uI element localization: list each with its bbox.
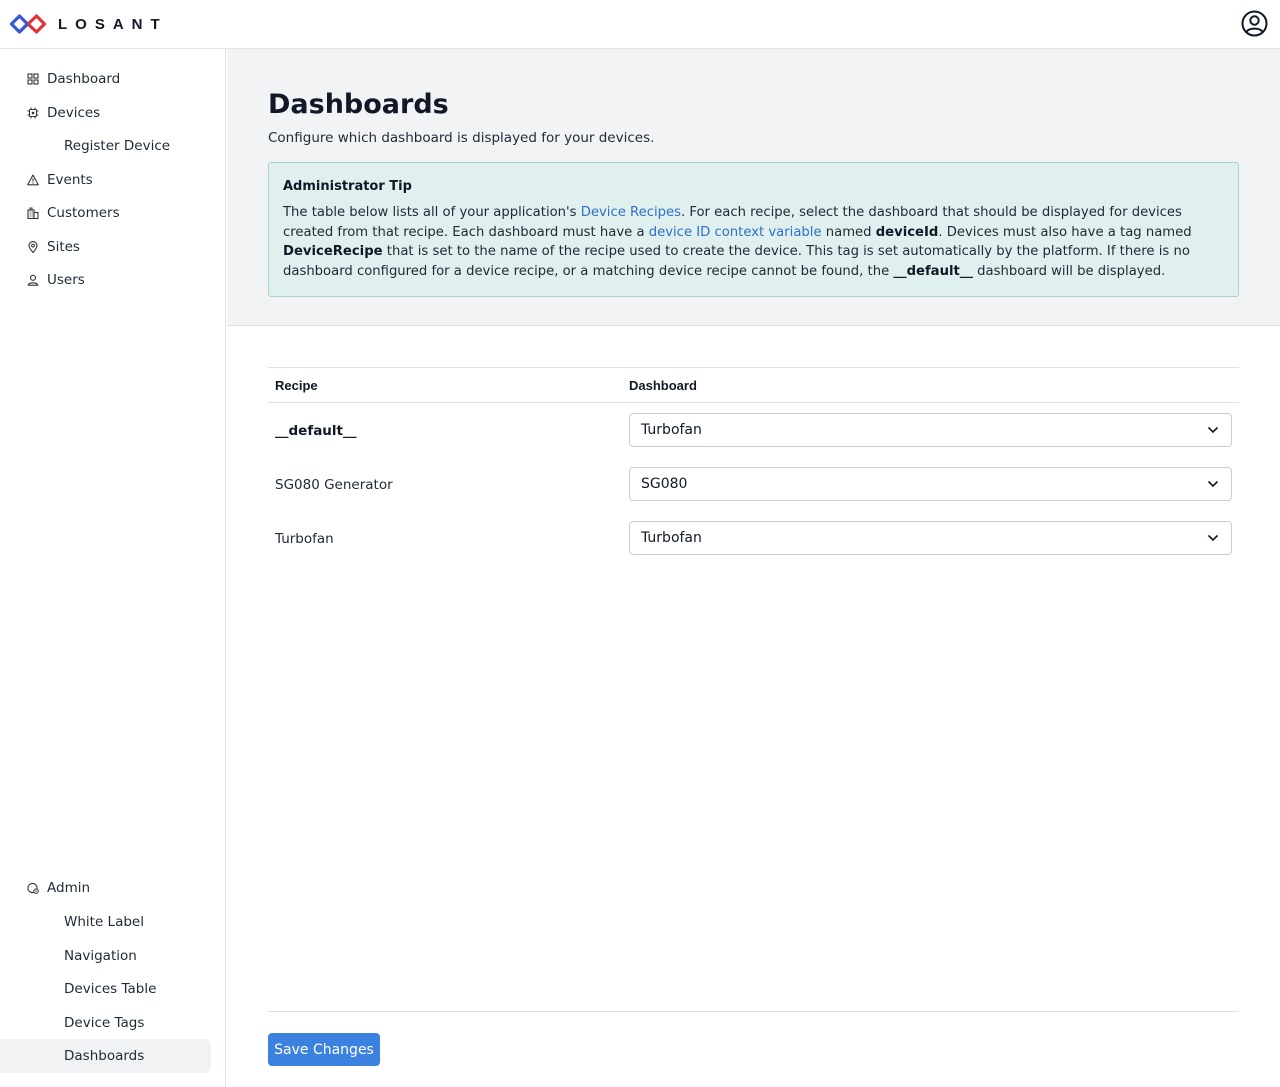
recipe-name: Turbofan [275, 531, 334, 547]
sidebar-item-admin[interactable]: Admin [0, 871, 211, 905]
administrator-tip: Administrator Tip The table below lists … [268, 162, 1239, 297]
tip-title: Administrator Tip [283, 179, 412, 194]
column-header-dashboard: Dashboard [629, 378, 697, 393]
sidebar-item-label: Customers [47, 205, 120, 221]
dashboard-select-value: Turbofan [641, 530, 702, 546]
dashboard-select[interactable]: Turbofan [629, 521, 1232, 555]
recipe-name: __default__ [275, 423, 357, 439]
chip-icon [27, 107, 39, 119]
sidebar-item-label: Dashboards [64, 1048, 145, 1064]
admin-icon [27, 882, 39, 894]
dashboard-select-value: Turbofan [641, 422, 702, 438]
column-header-recipe: Recipe [275, 378, 318, 393]
user-menu-button[interactable] [1241, 10, 1268, 37]
chevron-down-icon [1207, 480, 1219, 488]
footer-divider [268, 1011, 1239, 1012]
map-pin-icon [28, 241, 38, 253]
building-icon [27, 207, 39, 219]
sidebar-item-users[interactable]: Users [0, 263, 211, 297]
sidebar-item-dashboards[interactable]: Dashboards [0, 1039, 211, 1073]
table-row: Turbofan Turbofan [268, 511, 1239, 565]
page-subtitle: Configure which dashboard is displayed f… [268, 130, 655, 146]
sidebar-item-events[interactable]: Events [0, 163, 211, 197]
chevron-down-icon [1207, 534, 1219, 542]
brand-name: LOSANT [58, 15, 168, 33]
sidebar-item-label: Devices Table [64, 981, 157, 997]
device-recipes-link[interactable]: Device Recipes [581, 205, 681, 220]
tip-emphasis: __default__ [893, 263, 973, 279]
table-row: __default__ Turbofan [268, 403, 1239, 457]
page-header: Dashboards Configure which dashboard is … [227, 49, 1280, 326]
sidebar-item-dashboard[interactable]: Dashboard [0, 62, 211, 96]
sidebar-item-customers[interactable]: Customers [0, 196, 211, 230]
tip-text: The table below lists all of your applic… [283, 205, 581, 220]
sidebar: Dashboard Devices Register Device Events… [0, 49, 226, 1087]
table-row: SG080 Generator SG080 [268, 457, 1239, 511]
chevron-down-icon [1207, 426, 1219, 434]
sidebar-item-label: Device Tags [64, 1015, 145, 1031]
tip-text: named [821, 224, 876, 240]
grid-icon [27, 73, 39, 85]
main-content: Dashboards Configure which dashboard is … [227, 49, 1280, 1087]
sidebar-item-label: Navigation [64, 948, 137, 964]
device-id-context-variable-link[interactable]: device ID context variable [649, 225, 822, 240]
sidebar-item-white-label[interactable]: White Label [0, 905, 211, 939]
recipe-name: SG080 Generator [275, 477, 393, 493]
dashboard-select-value: SG080 [641, 476, 688, 492]
tip-text: dashboard will be displayed. [972, 263, 1166, 279]
sidebar-item-label: White Label [64, 914, 144, 930]
sidebar-item-devices[interactable]: Devices [0, 96, 211, 130]
user-icon [27, 274, 39, 286]
sidebar-item-sites[interactable]: Sites [0, 230, 211, 264]
table-header: Recipe Dashboard [268, 367, 1239, 403]
sidebar-item-label: Dashboard [47, 71, 121, 87]
sidebar-item-label: Events [47, 172, 93, 188]
top-bar: LOSANT [0, 0, 1280, 49]
save-changes-button[interactable]: Save Changes [268, 1033, 380, 1066]
warning-triangle-icon [27, 174, 39, 186]
sidebar-item-register-device[interactable]: Register Device [0, 129, 211, 163]
tip-emphasis: DeviceRecipe [283, 244, 383, 260]
sidebar-item-label: Devices [47, 105, 101, 121]
dashboard-select[interactable]: SG080 [629, 467, 1232, 501]
tip-body: The table below lists all of your applic… [283, 203, 1224, 281]
sidebar-item-navigation[interactable]: Navigation [0, 939, 211, 973]
sidebar-item-devices-table[interactable]: Devices Table [0, 972, 211, 1006]
tip-emphasis: deviceId [875, 224, 939, 240]
sidebar-item-label: Sites [47, 239, 80, 255]
sidebar-item-label: Users [47, 272, 85, 288]
page-title: Dashboards [268, 89, 449, 120]
losant-logo[interactable]: LOSANT [10, 13, 168, 35]
sidebar-item-label: Admin [47, 880, 91, 896]
recipe-dashboard-table: Recipe Dashboard __default__ Turbofan SG… [268, 367, 1239, 565]
dashboard-select[interactable]: Turbofan [629, 413, 1232, 447]
user-circle-icon [1241, 10, 1268, 37]
losant-logo-icon [10, 14, 46, 34]
sidebar-item-device-tags[interactable]: Device Tags [0, 1006, 211, 1040]
sidebar-item-label: Register Device [64, 138, 171, 154]
tip-text: . Devices must also have a tag named [938, 224, 1192, 240]
